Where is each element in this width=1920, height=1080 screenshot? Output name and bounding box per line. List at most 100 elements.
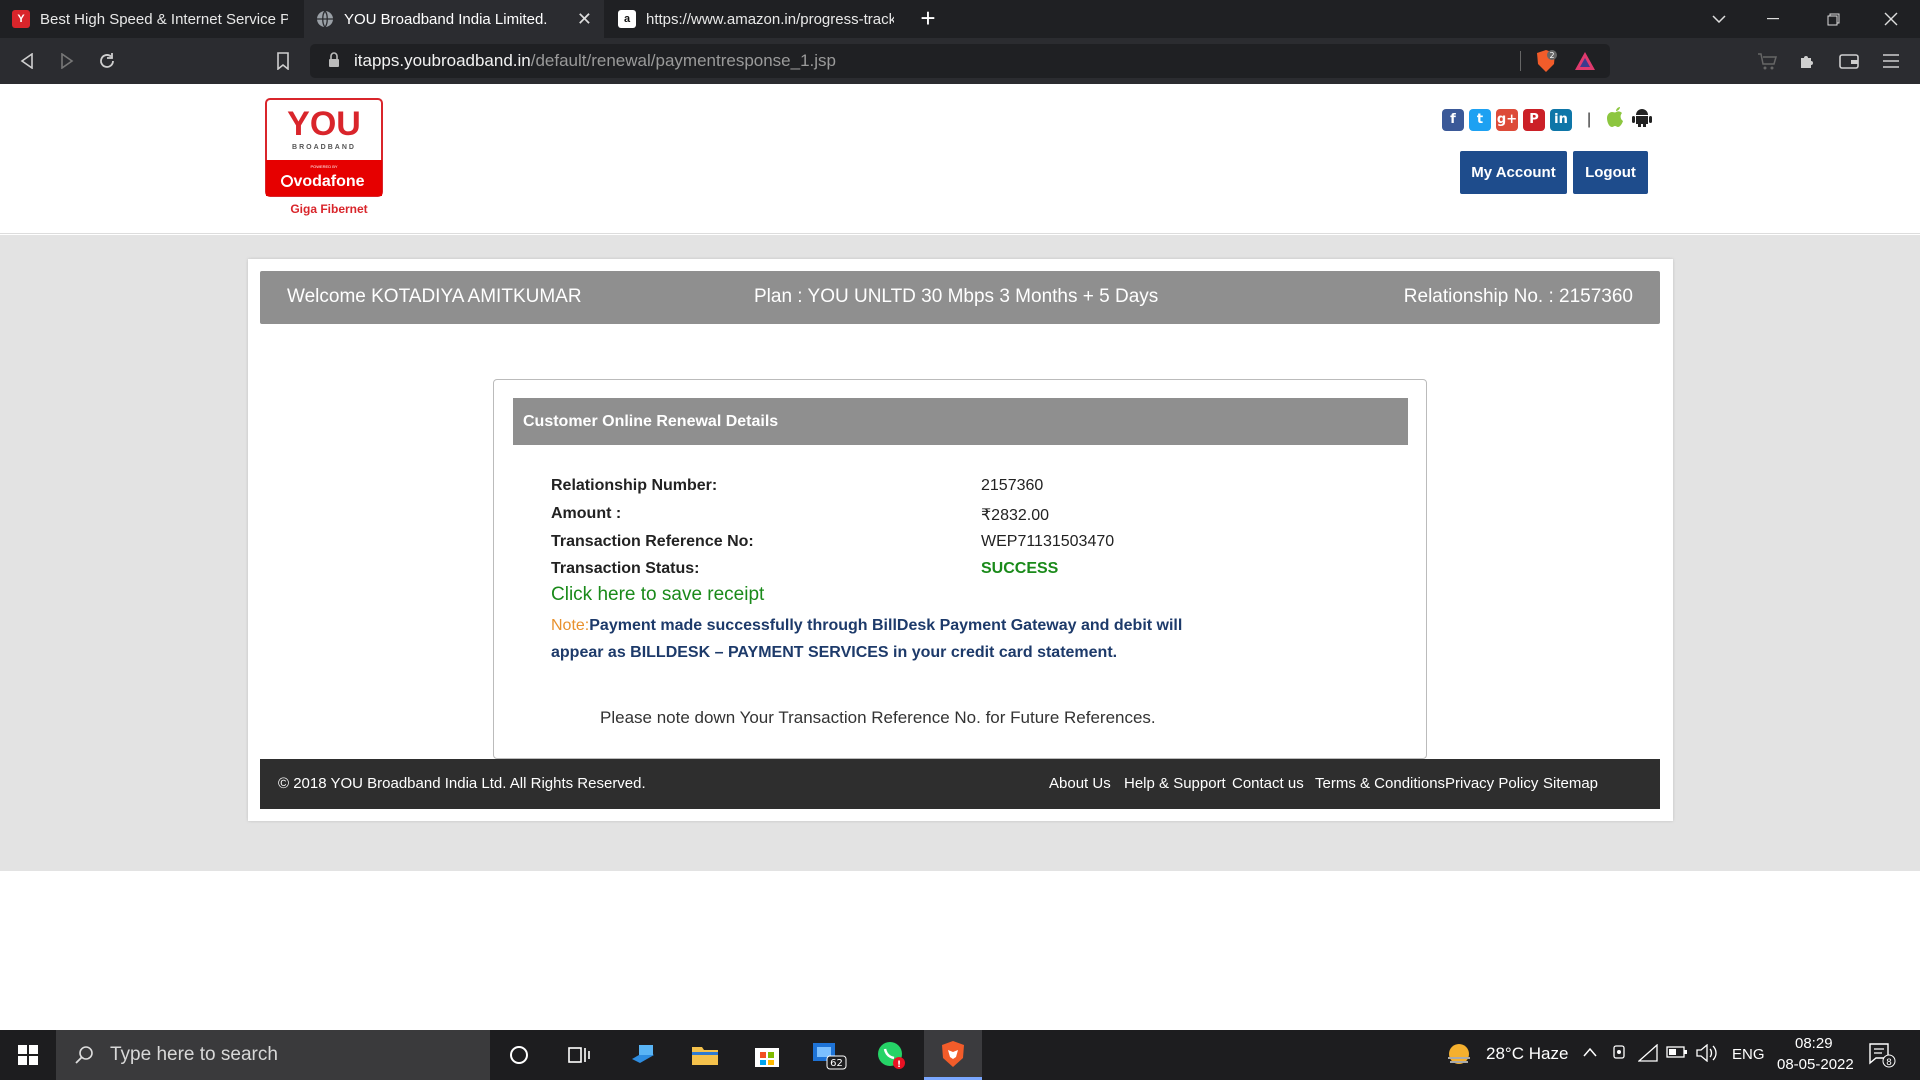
web-page: YOU BROADBAND POWERED BY vodafone Giga F… [0, 84, 1920, 1030]
google-plus-icon[interactable]: g+ [1496, 108, 1518, 131]
footer-link-privacy[interactable]: Privacy Policy [1445, 775, 1538, 792]
android-icon[interactable] [1631, 106, 1653, 133]
reference-reminder: Please note down Your Transaction Refere… [600, 708, 1156, 727]
menu-icon[interactable] [1876, 46, 1906, 76]
row-value: 2157360 [981, 477, 1044, 494]
search-icon [75, 1046, 93, 1064]
battery-icon[interactable] [1666, 1045, 1688, 1063]
reload-icon[interactable] [92, 46, 122, 76]
renewal-details-panel: Customer Online Renewal Details Relation… [493, 379, 1427, 759]
tab-you-broadband-limited[interactable]: YOU Broadband India Limited. ✕ [304, 0, 604, 38]
whatsapp-icon[interactable]: ! [862, 1030, 920, 1080]
bookmark-icon[interactable] [268, 46, 298, 76]
extensions-icon[interactable] [1792, 46, 1822, 76]
restore-icon[interactable] [1810, 0, 1856, 38]
brave-rewards-icon[interactable] [1574, 49, 1596, 73]
row-value: ₹2832.00 [981, 507, 1050, 524]
language-indicator[interactable]: ENG [1732, 1046, 1765, 1063]
url-separator [1520, 51, 1521, 71]
logout-button[interactable]: Logout [1573, 151, 1648, 194]
twitter-icon[interactable]: t [1469, 108, 1491, 131]
lock-icon [329, 52, 339, 67]
linkedin-icon[interactable]: in [1550, 108, 1572, 131]
social-links: f t g+ P in | [1442, 106, 1653, 133]
back-icon[interactable] [12, 46, 42, 76]
social-separator: | [1587, 110, 1592, 128]
svg-text:POWERED BY: POWERED BY [310, 164, 337, 169]
weather-haze-icon[interactable] [1446, 1042, 1472, 1068]
search-placeholder: Type here to search [110, 1044, 278, 1065]
tab-title: YOU Broadband India Limited. [344, 10, 548, 28]
brave-shield-icon[interactable]: 2 [1535, 49, 1557, 73]
welcome-bar: Welcome KOTADIYA AMITKUMAR Plan : YOU UN… [260, 271, 1660, 324]
wallet-icon[interactable] [1834, 46, 1864, 76]
volume-icon[interactable] [1696, 1043, 1718, 1066]
wifi-icon[interactable] [1637, 1043, 1658, 1066]
svg-text:2: 2 [1549, 51, 1554, 60]
tab-title: https://www.amazon.in/progress-track [646, 10, 894, 28]
row-label: Transaction Reference No: [551, 533, 754, 550]
windows-taskbar: Type here to search 62 ! 28°C Haze ENG 0… [0, 1030, 1920, 1080]
facebook-icon[interactable]: f [1442, 108, 1464, 131]
tab-amazon[interactable]: a https://www.amazon.in/progress-track [606, 0, 906, 38]
svg-text:62: 62 [830, 1058, 843, 1069]
svg-text:BROADBAND: BROADBAND [292, 144, 356, 151]
this-pc-icon[interactable] [614, 1030, 672, 1080]
clock-date[interactable]: 08-05-2022 [1777, 1056, 1854, 1073]
task-view-icon[interactable] [550, 1030, 608, 1080]
footer-link-contact[interactable]: Contact us [1232, 775, 1304, 792]
tab-title: Best High Speed & Internet Service Pro [40, 10, 288, 28]
site-footer: © 2018 YOU Broadband India Ltd. All Righ… [260, 759, 1660, 809]
my-account-button[interactable]: My Account [1460, 151, 1567, 194]
relationship-text: Relationship No. : 2157360 [1403, 286, 1633, 307]
system-tray: 28°C Haze ENG 08:29 08-05-2022 8 [1440, 1030, 1920, 1080]
url-text[interactable]: itapps.youbroadband.in/default/renewal/p… [354, 51, 836, 71]
row-label: Relationship Number: [551, 477, 718, 494]
tab-search-chevron-icon[interactable] [1696, 0, 1742, 38]
you-broadband-logo[interactable]: YOU BROADBAND POWERED BY vodafone Giga F… [265, 98, 383, 220]
svg-text:Giga Fibernet: Giga Fibernet [290, 202, 367, 216]
svg-text:!: ! [897, 1060, 901, 1070]
amazon-icon: a [618, 10, 636, 28]
footer-link-help[interactable]: Help & Support [1124, 775, 1226, 792]
taskbar-search-input[interactable]: Type here to search [56, 1030, 490, 1080]
close-icon[interactable]: ✕ [577, 9, 592, 30]
details-heading: Customer Online Renewal Details [513, 398, 1408, 445]
footer-link-sitemap[interactable]: Sitemap [1543, 775, 1598, 792]
copyright-text: © 2018 YOU Broadband India Ltd. All Righ… [278, 775, 646, 792]
you-broadband-icon: Y [12, 10, 30, 28]
new-tab-button[interactable]: + [913, 4, 943, 34]
mail-icon[interactable]: 62 [800, 1030, 858, 1080]
cart-icon[interactable] [1752, 46, 1782, 76]
svg-text:YOU: YOU [287, 105, 361, 143]
windows-start-icon[interactable] [0, 1030, 56, 1080]
row-value: WEP71131503470 [981, 533, 1115, 550]
file-explorer-icon[interactable] [676, 1030, 734, 1080]
address-bar[interactable]: itapps.youbroadband.in/default/renewal/p… [310, 44, 1610, 78]
browser-tab-bar: Y Best High Speed & Internet Service Pro… [0, 0, 1920, 38]
footer-link-terms[interactable]: Terms & Conditions [1315, 775, 1445, 792]
row-label: Amount : [551, 505, 622, 522]
brave-browser-icon[interactable] [924, 1030, 982, 1080]
payment-note: Note:Payment made successfully through B… [551, 612, 1231, 666]
save-receipt-link[interactable]: Click here to save receipt [551, 584, 764, 606]
svg-text:8: 8 [1886, 1058, 1892, 1068]
notification-icon[interactable]: 8 [1868, 1042, 1896, 1072]
minimize-icon[interactable] [1750, 0, 1796, 38]
apple-icon[interactable] [1606, 106, 1626, 133]
microsoft-store-icon[interactable] [738, 1030, 796, 1080]
meet-now-icon[interactable] [1612, 1044, 1628, 1066]
note-label: Note: [551, 617, 590, 634]
chevron-up-icon[interactable] [1583, 1044, 1597, 1061]
site-header: YOU BROADBAND POWERED BY vodafone Giga F… [0, 84, 1920, 234]
clock-time[interactable]: 08:29 [1795, 1035, 1833, 1052]
note-text: Payment made successfully through BillDe… [551, 617, 1183, 661]
weather-text[interactable]: 28°C Haze [1486, 1044, 1568, 1064]
tab-you-broadband-home[interactable]: Y Best High Speed & Internet Service Pro [0, 0, 300, 38]
main-card: Welcome KOTADIYA AMITKUMAR Plan : YOU UN… [248, 259, 1673, 821]
forward-icon[interactable] [52, 46, 82, 76]
footer-link-about[interactable]: About Us [1049, 775, 1111, 792]
close-window-icon[interactable] [1868, 0, 1914, 38]
cortana-icon[interactable] [490, 1030, 548, 1080]
pinterest-icon[interactable]: P [1523, 108, 1545, 131]
